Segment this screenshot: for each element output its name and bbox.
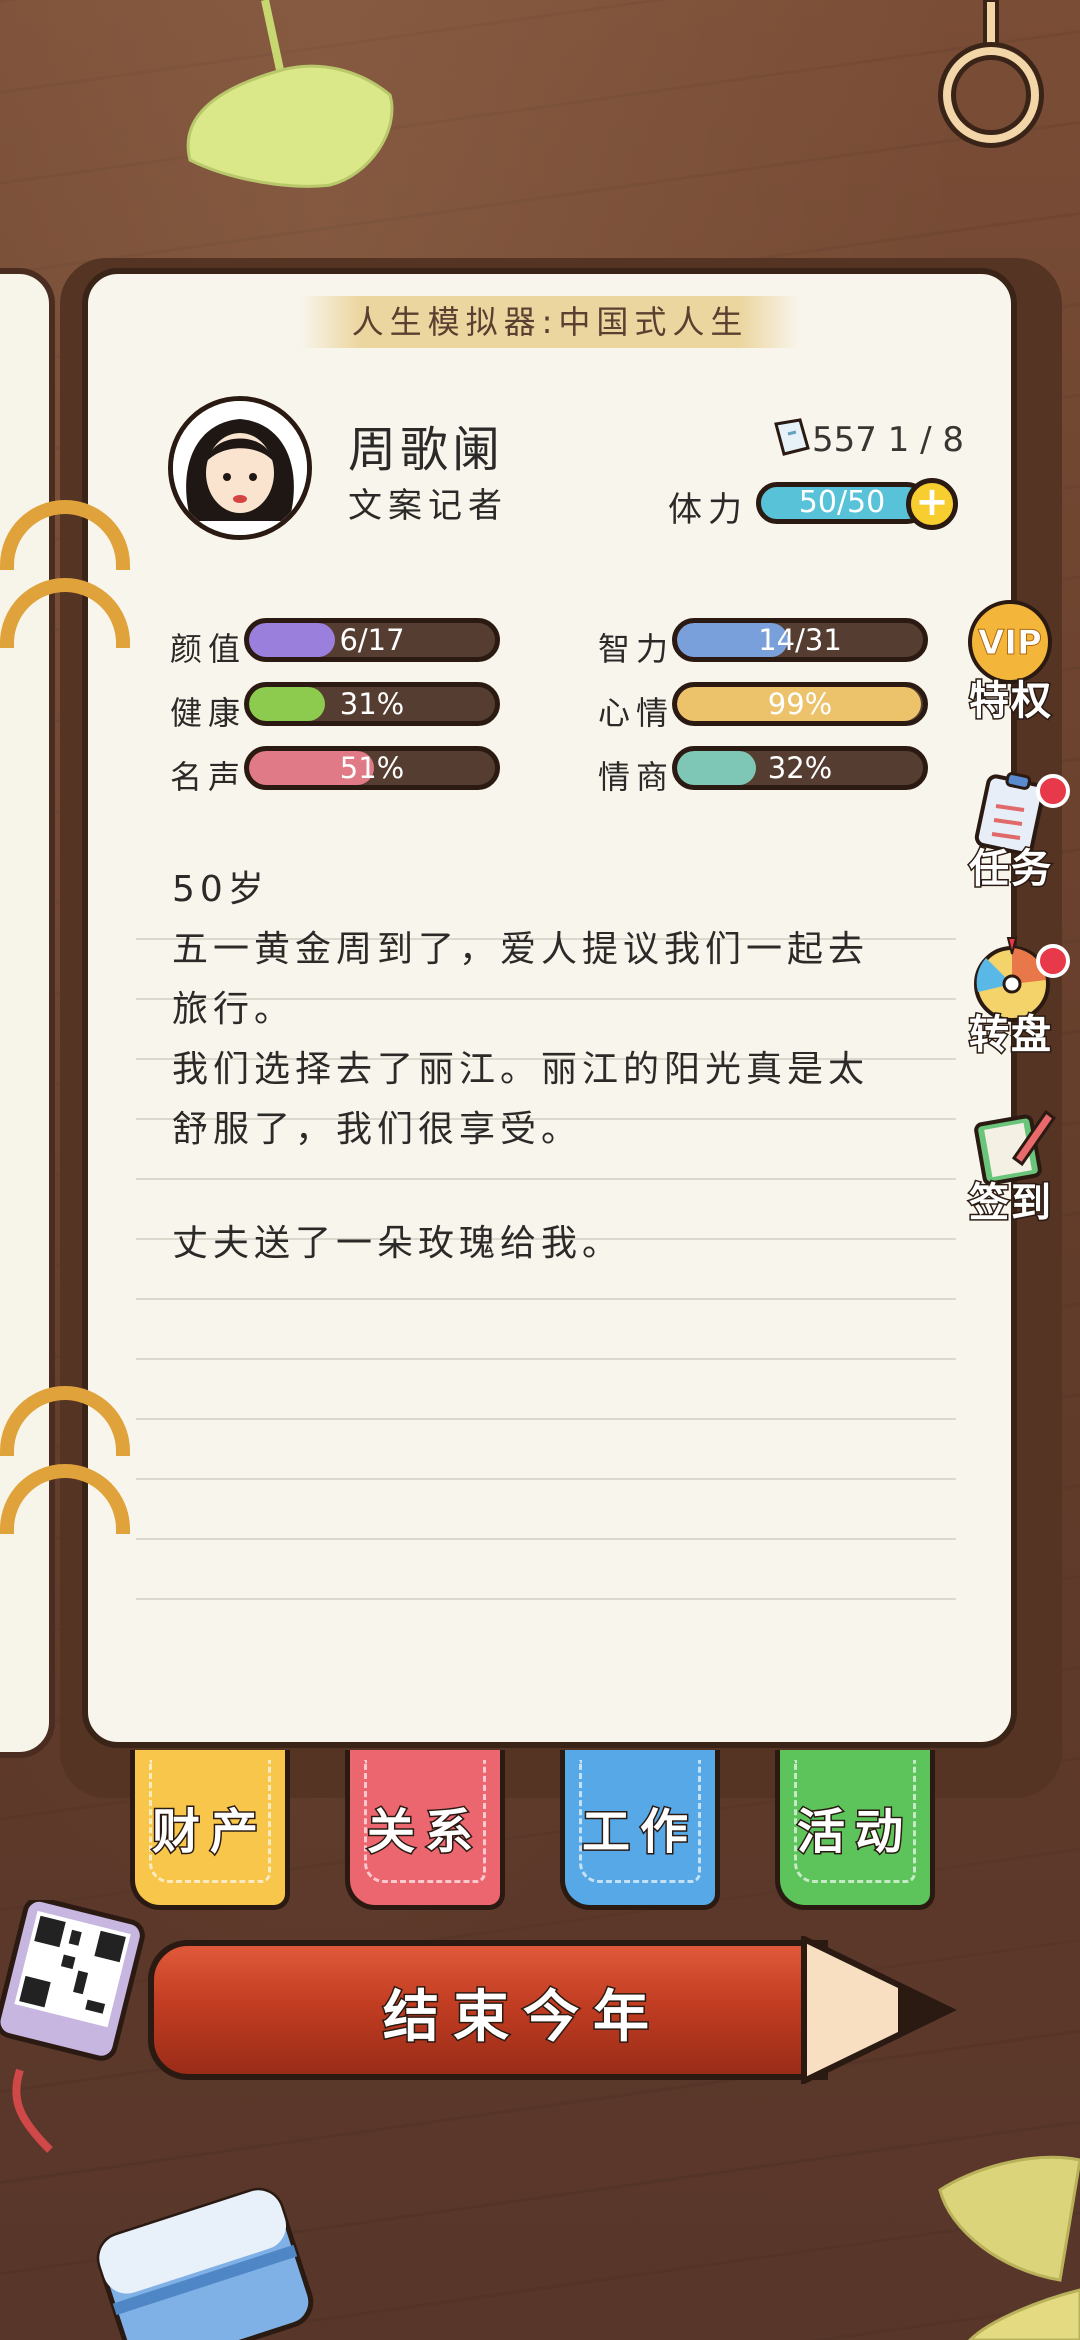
notification-dot — [1036, 944, 1070, 978]
stat-label: 名声 — [170, 758, 247, 796]
tab-activity[interactable]: 活动 — [775, 1750, 935, 1910]
story-line: 丈夫送了一朵玫瑰给我。 — [172, 1223, 624, 1264]
qr-code-icon[interactable] — [0, 1900, 150, 2160]
hanging-ring-icon — [938, 0, 1044, 148]
ginkgo-leaf-icon — [938, 2155, 1080, 2340]
ginkgo-leaf-icon — [186, 0, 394, 188]
stat-label: 心情 — [598, 694, 675, 732]
stamina-bar: 50/50 — [756, 482, 928, 524]
stat-bar: 31% — [244, 682, 500, 726]
tab-work[interactable]: 工作 — [560, 1750, 720, 1910]
task-button[interactable]: 任务 — [956, 764, 1070, 894]
story-line: 五一黄金周到了，爱人提议我们一起去 — [172, 929, 870, 970]
stat-label: 颜值 — [170, 630, 247, 668]
avatar[interactable] — [168, 396, 312, 540]
stat-value: 31% — [339, 687, 405, 721]
woman-avatar-icon — [173, 401, 307, 535]
tab-label: 关系 — [365, 1803, 483, 1862]
story-age: 50岁 — [172, 869, 269, 910]
tab-assets[interactable]: 财产 — [130, 1750, 290, 1910]
previous-page — [0, 268, 55, 1758]
vip-privilege-button[interactable]: VIP 特权 — [956, 596, 1066, 726]
stat-bar: 6/17 — [244, 618, 500, 662]
vip-badge-text: VIP — [978, 623, 1042, 663]
character-name: 周歌阑 — [348, 422, 505, 478]
stat-bar: 32% — [672, 746, 928, 790]
add-stamina-button[interactable]: + — [906, 478, 958, 530]
stat-value: 51% — [339, 751, 405, 785]
wheel-button[interactable]: 转盘 — [956, 930, 1070, 1060]
money-icon — [774, 418, 810, 456]
wheel-label: 转盘 — [968, 1011, 1053, 1060]
coin-count: 557 1 / 8 — [812, 420, 965, 460]
stamina-label: 体力 — [668, 490, 748, 530]
stat-label: 健康 — [170, 694, 247, 732]
story-line: 旅行。 — [172, 989, 296, 1030]
checkin-button[interactable]: 签到 — [956, 1098, 1066, 1228]
tab-relations[interactable]: 关系 — [345, 1750, 505, 1910]
stat-value: 99% — [767, 687, 833, 721]
stat-bar: 99% — [672, 682, 928, 726]
tab-label: 活动 — [795, 1803, 913, 1862]
stat-label: 情商 — [598, 758, 675, 796]
stat-label: 智力 — [598, 630, 675, 668]
stat-value: 6/17 — [339, 623, 405, 657]
stat-value: 14/31 — [758, 623, 842, 657]
eraser-icon — [96, 2187, 314, 2340]
task-label: 任务 — [968, 845, 1053, 894]
character-job: 文案记者 — [348, 486, 508, 526]
page-title: 人生模拟器:中国式人生 — [300, 296, 800, 348]
notification-dot — [1036, 774, 1070, 808]
story-line: 舒服了，我们很享受。 — [172, 1109, 583, 1150]
stat-bar: 14/31 — [672, 618, 928, 662]
stat-bar: 51% — [244, 746, 500, 790]
end-year-label: 结束今年 — [382, 1984, 663, 2052]
checkin-label: 签到 — [968, 1179, 1053, 1228]
story-line: 我们选择去了丽江。丽江的阳光真是太 — [172, 1049, 870, 1090]
stat-value: 32% — [767, 751, 833, 785]
tab-label: 工作 — [580, 1803, 698, 1862]
tab-label: 财产 — [150, 1803, 268, 1862]
vip-label: 特权 — [968, 677, 1053, 726]
